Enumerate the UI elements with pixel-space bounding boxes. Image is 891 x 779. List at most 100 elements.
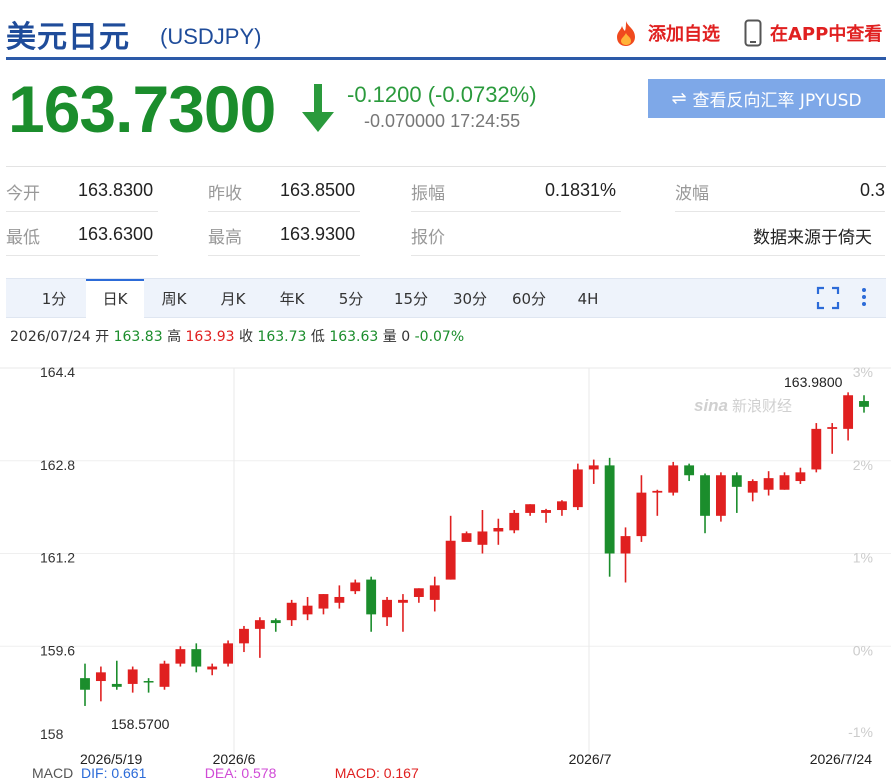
candle xyxy=(286,599,297,626)
candle-body xyxy=(557,501,567,511)
candle-body xyxy=(763,478,774,490)
price-change: -0.1200 (-0.0732%) xyxy=(347,82,537,107)
info-high-label: 高 xyxy=(167,329,182,345)
candle xyxy=(127,666,138,693)
candle xyxy=(604,457,615,577)
watermark-logo: sina xyxy=(694,396,728,415)
candle xyxy=(254,617,265,658)
info-open-label: 开 xyxy=(95,329,110,345)
macd-dea: DEA: 0.578 xyxy=(204,765,277,779)
candle-body xyxy=(350,582,361,592)
candle xyxy=(668,461,679,496)
candle-body xyxy=(795,472,806,482)
candle xyxy=(700,473,710,534)
candle-body xyxy=(175,649,186,664)
candle-body xyxy=(541,510,551,513)
tab-weekly[interactable]: 周K xyxy=(154,279,194,318)
candle-body xyxy=(159,663,170,687)
pct-tick-label: 2% xyxy=(853,457,873,473)
candle-body xyxy=(413,588,424,597)
tab-daily[interactable]: 日K xyxy=(86,279,144,318)
tab-yearly[interactable]: 年K xyxy=(272,279,312,318)
page-header: 美元日元 (USDJPY) 添加自选 在APP中查看 xyxy=(0,0,891,62)
stat-label: 最高 xyxy=(208,228,242,248)
candle xyxy=(429,576,440,612)
stat-value: 163.8300 xyxy=(78,180,154,200)
pair-code: (USDJPY) xyxy=(160,24,262,49)
stat-value: 163.9300 xyxy=(280,224,356,244)
candle xyxy=(763,471,774,496)
candle xyxy=(477,510,488,554)
stat-label: 波幅 xyxy=(675,184,709,204)
candle-body xyxy=(636,492,647,537)
candle xyxy=(461,531,472,542)
info-low-label: 低 xyxy=(310,329,325,345)
info-date: 2026/07/24 xyxy=(10,329,91,345)
stat-label: 最低 xyxy=(6,228,40,248)
tab-1min[interactable]: 1分 xyxy=(34,279,74,318)
candle-body xyxy=(684,465,695,476)
candle xyxy=(811,423,822,473)
candle xyxy=(588,459,599,484)
stat-label: 昨收 xyxy=(208,184,242,204)
more-icon[interactable] xyxy=(858,285,870,311)
candle xyxy=(111,660,122,690)
candle xyxy=(715,472,726,522)
tab-60min[interactable]: 60分 xyxy=(506,279,552,318)
stat-underline xyxy=(6,211,158,212)
candle xyxy=(731,472,742,513)
pair-title: 美元日元 xyxy=(6,20,130,55)
info-open: 163.83 xyxy=(113,329,163,345)
candle xyxy=(334,585,345,609)
candle-body xyxy=(668,465,679,493)
candle-body xyxy=(604,465,615,554)
candle-body xyxy=(588,465,599,470)
candle-body xyxy=(223,643,234,664)
tab-4h[interactable]: 4H xyxy=(568,279,608,318)
tab-5min[interactable]: 5分 xyxy=(331,279,371,318)
candle xyxy=(620,527,631,583)
candle xyxy=(382,596,392,626)
tab-monthly[interactable]: 月K xyxy=(213,279,253,318)
tab-15min[interactable]: 15分 xyxy=(388,279,434,318)
fire-icon xyxy=(617,21,635,46)
candle-body xyxy=(843,395,854,429)
candlestick-chart[interactable]: 164.4 162.8 161.2 159.6 158 3% 2% 1% 0% -1% sina… xyxy=(0,354,891,766)
candle-body xyxy=(239,628,249,644)
header-divider xyxy=(6,57,886,60)
fullscreen-icon[interactable] xyxy=(816,285,840,311)
candle-body xyxy=(652,490,663,493)
y-tick-label: 158 xyxy=(40,726,64,742)
info-high: 163.93 xyxy=(185,329,235,345)
candle-body xyxy=(80,678,90,690)
y-tick-label: 164.4 xyxy=(40,364,75,380)
period-tabs: 1分 日K 周K 月K 年K 5分 15分 30分 60分 4H xyxy=(6,278,886,318)
stat-underline xyxy=(6,255,158,256)
candle xyxy=(684,463,695,482)
open-app-button[interactable]: 在APP中查看 xyxy=(744,19,882,47)
stat-underline xyxy=(411,255,885,256)
pct-tick-label: 0% xyxy=(853,642,873,658)
macd-label: MACD xyxy=(32,765,74,779)
candle-body xyxy=(525,504,536,513)
stat-label: 报价 xyxy=(411,228,445,248)
reverse-rate-button[interactable]: ⇌ 查看反向汇率 JPYUSD xyxy=(648,79,885,118)
candle-body xyxy=(270,620,281,624)
candle-body xyxy=(477,531,488,545)
tab-30min[interactable]: 30分 xyxy=(447,279,493,318)
stat-underline xyxy=(411,211,621,212)
candle xyxy=(747,479,758,502)
candle xyxy=(318,594,329,615)
candle xyxy=(239,625,249,653)
stat-value: 0.1831% xyxy=(545,180,617,200)
open-app-label: 在APP中查看 xyxy=(770,24,883,45)
add-favorite-button[interactable]: 添加自选 xyxy=(612,19,720,47)
candle-body xyxy=(715,475,726,516)
info-vol-label: 量 xyxy=(382,329,397,345)
max-price-label: 163.9800 xyxy=(784,374,843,390)
price-subline: -0.070000 17:24:55 xyxy=(364,111,520,132)
sub-change: -0.070000 xyxy=(364,111,446,131)
candle-body xyxy=(700,475,710,516)
candle xyxy=(191,643,202,673)
stat-value: 163.6300 xyxy=(78,224,154,244)
